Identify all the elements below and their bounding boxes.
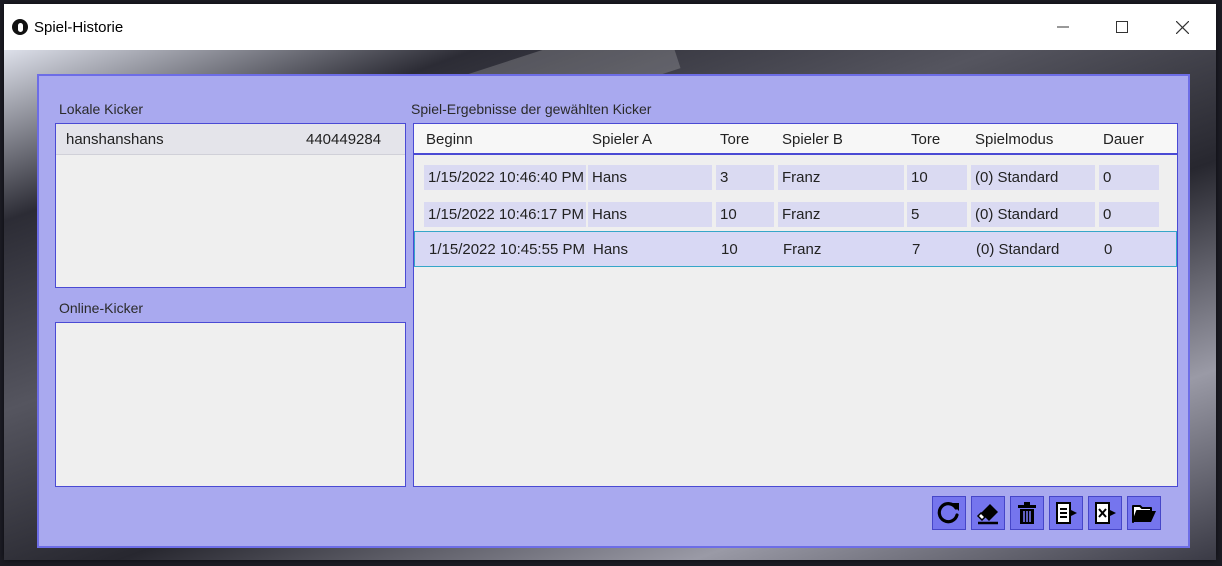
minimize-button[interactable] — [1040, 4, 1086, 50]
maximize-icon — [1116, 21, 1128, 33]
local-kicker-list[interactable]: hanshanshans 440449284 — [55, 123, 406, 288]
cell-mode: (0) Standard — [971, 165, 1095, 190]
cell-goals-b: 7 — [912, 241, 921, 258]
online-kicker-list[interactable] — [55, 322, 406, 487]
open-folder-icon — [1132, 505, 1156, 523]
kicker-name: hanshanshans — [66, 130, 164, 148]
eraser-icon — [976, 504, 998, 525]
app-window: Spiel-Historie Lokale Kicker hanshanshan… — [4, 4, 1216, 560]
minimize-icon — [1057, 26, 1069, 28]
cell-player-b: Franz — [778, 202, 904, 227]
results-grid[interactable]: Beginn Spieler A Tore Spieler B Tore Spi… — [413, 123, 1178, 487]
cell-mode: (0) Standard — [976, 241, 1060, 258]
local-kicker-label: Lokale Kicker — [59, 101, 144, 117]
kicker-id: 440449284 — [306, 130, 382, 148]
cell-player-a: Hans — [593, 241, 629, 258]
cell-start: 1/15/2022 10:45:55 PM — [429, 241, 585, 258]
column-header[interactable]: Dauer — [1103, 131, 1144, 148]
cell-player-b: Franz — [783, 241, 822, 258]
column-header[interactable]: Spielmodus — [975, 131, 1053, 148]
cell-player-a: Hans — [588, 202, 712, 227]
app-icon — [12, 19, 28, 35]
results-label: Spiel-Ergebnisse der gewählten Kicker — [411, 101, 652, 117]
table-row[interactable]: 1/15/2022 10:46:40 PM Hans 3 Franz 10 (0… — [414, 161, 1177, 194]
export-list-icon — [1056, 502, 1077, 524]
delete-button[interactable] — [1010, 496, 1044, 530]
window-title: Spiel-Historie — [34, 18, 124, 36]
cell-duration: 0 — [1104, 241, 1113, 258]
cell-goals-a: 10 — [716, 202, 774, 227]
cell-start: 1/15/2022 10:46:17 PM — [424, 202, 586, 227]
grid-header: Beginn Spieler A Tore Spieler B Tore Spi… — [414, 124, 1177, 155]
close-icon — [1175, 20, 1189, 34]
cell-goals-a: 3 — [716, 165, 774, 190]
cell-mode: (0) Standard — [971, 202, 1095, 227]
column-header[interactable]: Beginn — [426, 131, 473, 148]
list-item[interactable]: hanshanshans 440449284 — [56, 124, 405, 155]
export-list-button[interactable] — [1049, 496, 1083, 530]
main-panel: Lokale Kicker hanshanshans 440449284 Onl… — [37, 74, 1190, 548]
open-folder-button[interactable] — [1127, 496, 1161, 530]
cell-duration: 0 — [1099, 202, 1159, 227]
cell-start: 1/15/2022 10:46:40 PM — [424, 165, 586, 190]
table-row-selected[interactable]: 1/15/2022 10:45:55 PM Hans 10 Franz 7 (0… — [414, 231, 1177, 267]
cell-player-b: Franz — [778, 165, 904, 190]
refresh-button[interactable] — [932, 496, 966, 530]
column-header[interactable]: Tore — [720, 131, 749, 148]
table-row[interactable]: 1/15/2022 10:46:17 PM Hans 10 Franz 5 (0… — [414, 198, 1177, 231]
cell-duration: 0 — [1099, 165, 1159, 190]
online-kicker-label: Online-Kicker — [59, 300, 144, 316]
export-excel-button[interactable] — [1088, 496, 1122, 530]
maximize-button[interactable] — [1099, 4, 1145, 50]
clear-button[interactable] — [971, 496, 1005, 530]
column-header[interactable]: Spieler A — [592, 131, 652, 148]
cell-player-a: Hans — [588, 165, 712, 190]
cell-goals-a: 10 — [721, 241, 738, 258]
column-header[interactable]: Spieler B — [782, 131, 843, 148]
cell-goals-b: 10 — [907, 165, 967, 190]
trash-icon — [1018, 502, 1036, 524]
cell-goals-b: 5 — [907, 202, 967, 227]
refresh-icon — [937, 502, 959, 524]
close-button[interactable] — [1159, 4, 1205, 50]
export-excel-icon — [1095, 502, 1116, 524]
column-header[interactable]: Tore — [911, 131, 940, 148]
